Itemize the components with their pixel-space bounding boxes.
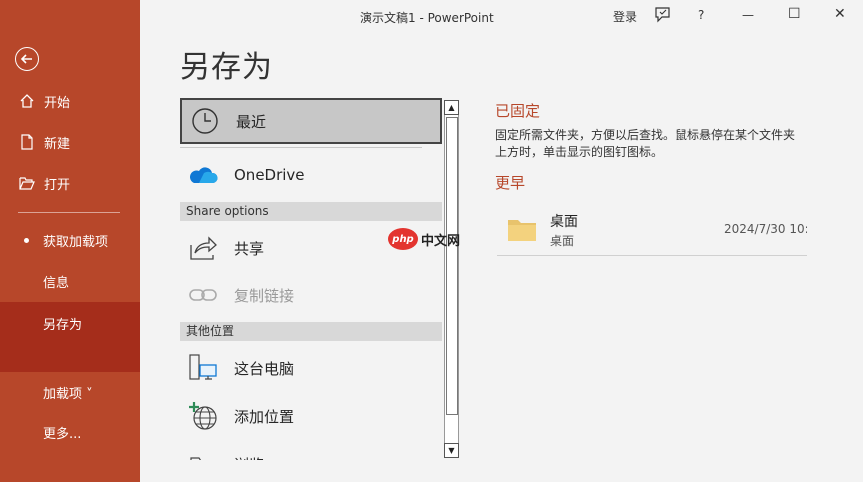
scrollbar-thumb[interactable] [446,117,458,415]
nav-more[interactable]: 更多... [0,412,140,452]
location-recent[interactable]: 最近 [180,98,442,144]
nav-home[interactable]: 开始 [0,81,140,121]
nav-addins[interactable]: 加载项 ˅ [0,372,140,412]
section-header-share-options: Share options [180,202,442,221]
location-recent-label: 最近 [236,112,267,131]
scroll-up-arrow-icon[interactable]: ▲ [444,100,459,115]
location-this-pc-label: 这台电脑 [234,359,295,378]
location-this-pc[interactable]: 这台电脑 [180,345,442,391]
nav-info[interactable]: 信息 [0,261,140,301]
nav-more-label: 更多... [43,426,82,442]
window-title: 演示文稿1 - PowerPoint [360,11,494,25]
open-folder-icon [18,174,36,192]
location-list-scrollbar[interactable]: ▲ ▼ [444,100,459,458]
scroll-down-arrow-icon[interactable]: ▼ [444,443,459,458]
onedrive-cloud-icon [184,165,222,185]
browse-folder-icon [184,452,222,460]
earlier-heading: 更早 [495,174,526,192]
minimize-button[interactable]: — [742,8,754,22]
pinned-description: 固定所需文件夹，方便以后查找。鼠标悬停在某个文件夹上方时，单击显示的图钉图标。 [495,128,796,159]
folder-date: 2024/7/30 10:0 [724,222,807,236]
php-logo: php [388,228,418,250]
title-bar: 演示文稿1 - PowerPoint 登录 ? — ☐ ✕ [140,0,863,32]
nav-save-as-label: 另存为 [43,318,83,333]
feedback-icon[interactable] [654,6,672,27]
page-title: 另存为 [180,50,273,85]
maximize-button[interactable]: ☐ [788,6,801,22]
nav-new-label: 新建 [44,136,71,152]
nav-home-label: 开始 [44,95,71,111]
folder-icon [507,216,537,246]
list-separator [180,147,422,148]
watermark: php 中文网 [388,228,460,250]
nav-get-addins-label: 获取加载项 [43,234,109,250]
login-button[interactable]: 登录 [613,8,637,25]
pinned-heading: 已固定 [495,102,541,120]
home-icon [18,92,36,110]
location-share-label: 共享 [234,239,265,258]
bullet-dot-icon [24,237,29,243]
location-add-place-label: 添加位置 [234,407,295,426]
nav-open[interactable]: 打开 [0,163,140,203]
new-document-icon [18,133,36,151]
recent-folder-row[interactable]: 桌面 桌面 2024/7/30 10:0 [497,206,807,256]
location-browse-label: 浏览 [234,454,264,461]
section-header-other-locations: 其他位置 [180,322,442,341]
close-button[interactable]: ✕ [834,6,846,22]
folder-path: 桌面 [550,234,575,248]
nav-save-as[interactable]: 另存为 [0,302,140,372]
scrollbar-track[interactable] [444,115,459,443]
nav-get-addins[interactable]: 获取加载项 [0,220,140,260]
folder-pane: 已固定 固定所需文件夹，方便以后查找。鼠标悬停在某个文件夹上方时，单击显示的图钉… [495,100,815,256]
nav-info-label: 信息 [43,275,70,291]
computer-icon [184,353,222,383]
location-onedrive-label: OneDrive [234,166,305,184]
back-arrow-icon [20,54,32,64]
folder-name: 桌面 [550,214,578,230]
save-location-list: 最近 OneDrive Share options 共享 复制链接 其他位置 这… [180,98,442,460]
link-icon [184,288,222,302]
location-onedrive[interactable]: OneDrive [180,152,442,198]
clock-icon [186,107,224,135]
watermark-text: 中文网 [421,233,461,249]
location-add-place[interactable]: 添加位置 [180,393,442,439]
nav-addins-label: 加载项 ˅ [43,386,93,402]
location-copy-link: 复制链接 [180,272,442,318]
share-icon [184,235,222,261]
back-button[interactable] [15,47,39,71]
nav-new[interactable]: 新建 [0,122,140,162]
sidebar-divider [18,212,120,213]
location-copy-link-label: 复制链接 [234,286,295,305]
nav-open-label: 打开 [44,177,71,193]
location-browse[interactable]: 浏览 [180,441,442,460]
add-globe-icon [184,401,222,431]
backstage-sidebar: 开始 新建 打开 获取加载项 信息 另存为 加载项 ˅ 更多... [0,0,140,482]
help-button[interactable]: ? [698,8,704,22]
